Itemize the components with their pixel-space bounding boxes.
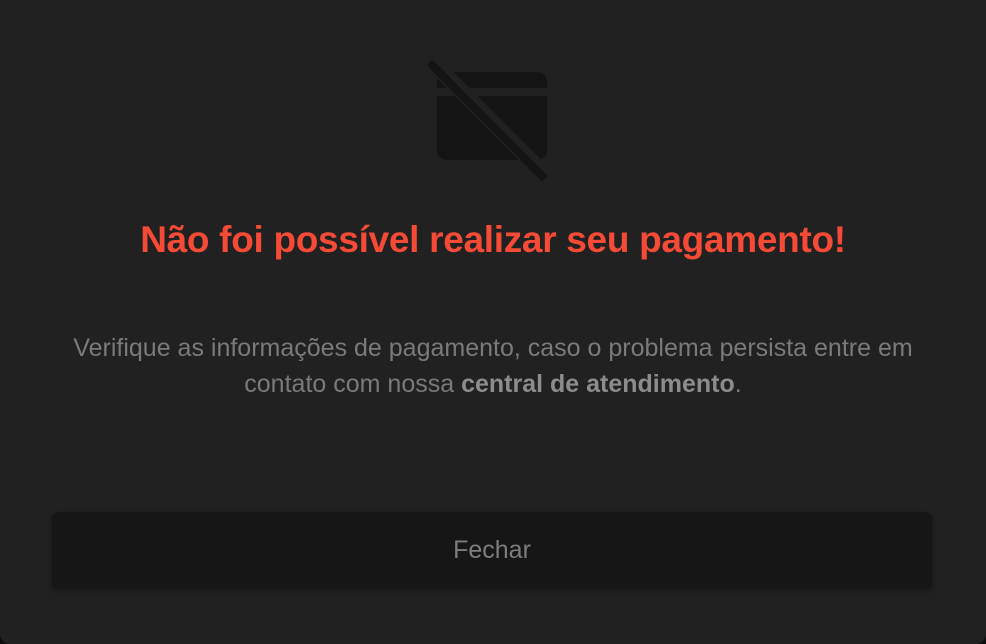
error-message: Verifique as informações de pagamento, c… xyxy=(40,330,946,402)
message-period: . xyxy=(734,370,742,398)
close-button[interactable]: Fechar xyxy=(52,512,932,588)
payment-error-dialog: Não foi possível realizar seu pagamento!… xyxy=(0,0,986,644)
credit-card-off-icon xyxy=(428,60,550,182)
error-title: Não foi possível realizar seu pagamento! xyxy=(140,219,846,260)
support-center-link[interactable]: central de atendimento xyxy=(461,370,735,398)
